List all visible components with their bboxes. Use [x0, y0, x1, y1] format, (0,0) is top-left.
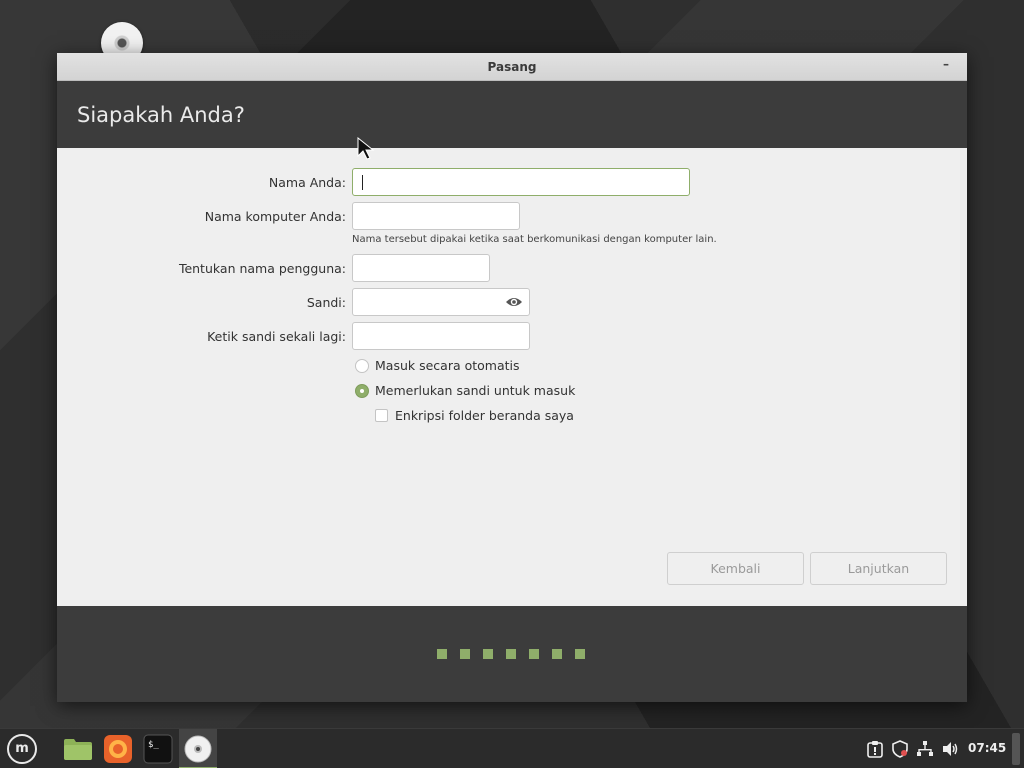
- progress-step: [552, 649, 562, 659]
- password-row: Sandi:: [57, 288, 967, 316]
- show-password-eye-icon[interactable]: [505, 294, 523, 310]
- require-password-label: Memerlukan sandi untuk masuk: [375, 383, 576, 398]
- progress-step: [529, 649, 539, 659]
- require-password-option[interactable]: Memerlukan sandi untuk masuk: [355, 381, 615, 401]
- show-desktop-button[interactable]: [1012, 733, 1020, 765]
- encrypt-home-checkbox[interactable]: [375, 409, 388, 422]
- folder-icon: [64, 739, 92, 760]
- window-title: Pasang: [487, 60, 537, 74]
- confirm-password-label: Ketik sandi sekali lagi:: [207, 329, 346, 344]
- clock[interactable]: 07:45: [968, 741, 1006, 755]
- progress-step: [483, 649, 493, 659]
- progress-step: [437, 649, 447, 659]
- username-row: Tentukan nama pengguna:: [57, 254, 967, 282]
- computer-name-label: Nama komputer Anda:: [204, 209, 346, 224]
- progress-step: [506, 649, 516, 659]
- username-field[interactable]: [352, 254, 490, 282]
- installer-disc-icon: [184, 735, 212, 763]
- name-row: Nama Anda:: [57, 168, 967, 196]
- svg-text:$_: $_: [148, 740, 159, 750]
- minimize-button[interactable]: –: [939, 58, 953, 73]
- mint-logo-icon: m: [7, 734, 37, 764]
- username-label: Tentukan nama pengguna:: [178, 261, 346, 276]
- password-field[interactable]: [352, 288, 530, 316]
- page-title: Siapakah Anda?: [77, 103, 245, 127]
- installer-task[interactable]: [179, 729, 217, 768]
- progress-step: [575, 649, 585, 659]
- auto-login-radio[interactable]: [355, 359, 369, 373]
- auto-login-label: Masuk secara otomatis: [375, 358, 520, 373]
- network-icon[interactable]: [916, 740, 934, 758]
- password-input[interactable]: [353, 289, 529, 315]
- title-bar[interactable]: Pasang –: [57, 53, 967, 81]
- user-form: Nama Anda: Nama komputer Anda: Nama ters…: [57, 148, 967, 606]
- confirm-password-field[interactable]: [352, 322, 530, 350]
- auto-login-option[interactable]: Masuk secara otomatis: [355, 356, 575, 376]
- computer-name-field[interactable]: [352, 202, 520, 230]
- name-field[interactable]: [352, 168, 690, 196]
- computer-name-hint: Nama tersebut dipakai ketika saat berkom…: [352, 234, 717, 245]
- taskbar: m $_ 07:45: [0, 728, 1024, 768]
- progress-footer: [57, 606, 967, 702]
- username-input[interactable]: [353, 255, 489, 281]
- installer-window: Pasang – Siapakah Anda? Nama Anda: Nama …: [57, 53, 967, 702]
- computer-name-row: Nama komputer Anda:: [57, 202, 967, 230]
- progress-step: [460, 649, 470, 659]
- back-button[interactable]: Kembali: [667, 552, 804, 585]
- confirm-password-input[interactable]: [353, 323, 529, 349]
- shield-update-icon[interactable]: [891, 740, 909, 758]
- text-cursor: [362, 175, 363, 190]
- firefox-icon: [104, 735, 132, 763]
- mouse-pointer-icon: [357, 137, 375, 160]
- clipboard-icon[interactable]: [866, 740, 884, 758]
- firefox-launcher[interactable]: [99, 729, 137, 768]
- continue-button[interactable]: Lanjutkan: [810, 552, 947, 585]
- encrypt-home-option[interactable]: Enkripsi folder beranda saya: [375, 406, 635, 426]
- name-input[interactable]: [353, 169, 689, 195]
- confirm-password-row: Ketik sandi sekali lagi:: [57, 322, 967, 350]
- encrypt-home-label: Enkripsi folder beranda saya: [395, 408, 574, 423]
- password-label: Sandi:: [306, 295, 346, 310]
- files-launcher[interactable]: [59, 729, 97, 768]
- name-label: Nama Anda:: [268, 175, 346, 190]
- volume-icon[interactable]: [941, 740, 959, 758]
- page-header: Siapakah Anda?: [57, 81, 967, 148]
- terminal-icon: $_: [143, 734, 173, 764]
- require-password-radio[interactable]: [355, 384, 369, 398]
- terminal-launcher[interactable]: $_: [139, 729, 177, 768]
- computer-name-input[interactable]: [353, 203, 519, 229]
- menu-button[interactable]: m: [2, 729, 42, 768]
